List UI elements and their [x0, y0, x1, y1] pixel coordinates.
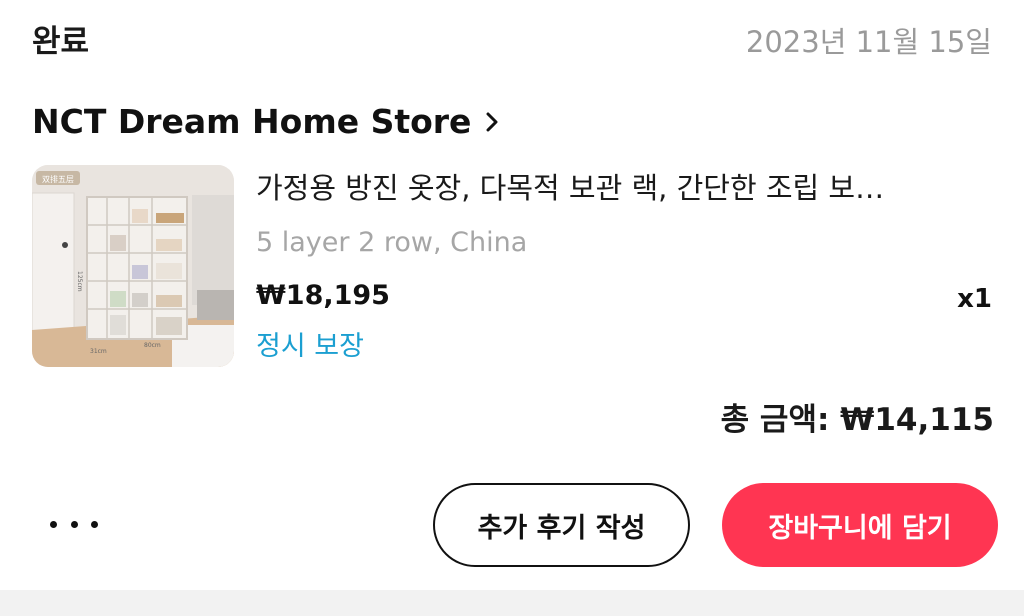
image-dim-height: 125cm [76, 271, 83, 292]
image-dim-depth: 31cm [90, 348, 107, 355]
more-dot [50, 520, 57, 528]
on-time-guarantee-label: 정시 보장 [256, 331, 364, 362]
add-to-cart-button[interactable]: 장바구니에 담기 [722, 483, 998, 567]
order-total: 총 금액: ₩14,115 [720, 402, 994, 438]
product-title[interactable]: 가정용 방진 옷장, 다목적 보관 랙, 간단한 조립 보… [256, 168, 996, 208]
store-link[interactable]: NCT Dream Home Store [32, 100, 499, 144]
store-name: NCT Dream Home Store [32, 102, 472, 141]
more-horizontal-icon[interactable] [50, 510, 98, 538]
more-dot [91, 520, 98, 528]
product-option: 5 layer 2 row, China [256, 227, 528, 258]
product-quantity: x1 [957, 284, 992, 314]
order-date: 2023년 11월 15일 [745, 25, 992, 59]
order-card: 완료 2023년 11월 15일 NCT Dream Home Store 双排… [0, 0, 1024, 590]
chevron-right-icon [486, 112, 498, 132]
wardrobe-product-image: 双排五层 125cm 31cm 80cm [32, 165, 234, 367]
order-status: 완료 [32, 24, 90, 60]
image-badge-text: 双排五层 [42, 174, 74, 184]
image-dim-width: 80cm [144, 342, 161, 349]
product-thumbnail[interactable]: 双排五层 125cm 31cm 80cm [32, 165, 234, 367]
write-review-button[interactable]: 추가 후기 작성 [433, 483, 690, 567]
more-dot [70, 520, 78, 528]
product-price: ₩18,195 [256, 280, 390, 311]
section-divider [0, 590, 1024, 616]
